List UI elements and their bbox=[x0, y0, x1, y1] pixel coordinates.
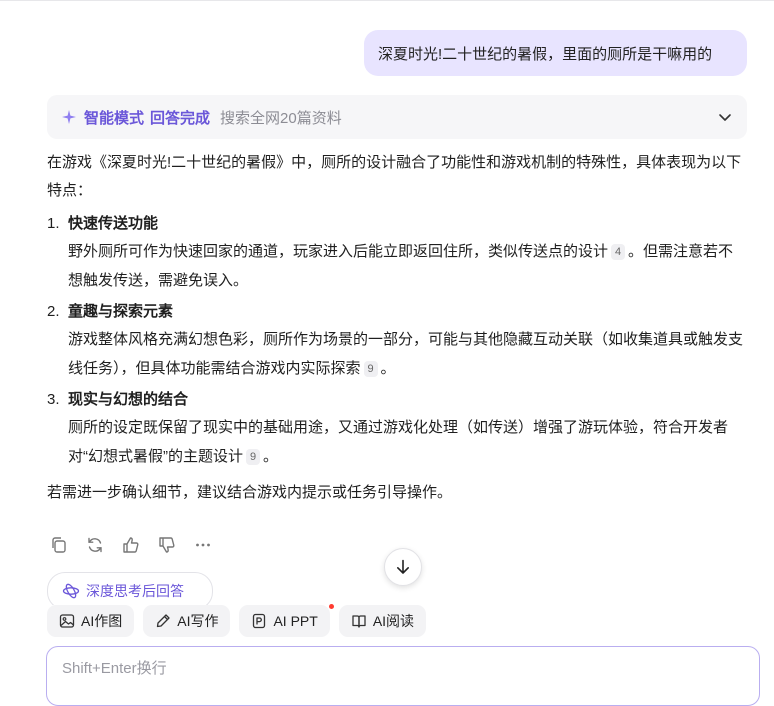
answer-list-item: 1. 快速传送功能 野外厕所可作为快速回家的通道，玩家进入后能立即返回住所，类似… bbox=[47, 211, 747, 295]
item-number: 2. bbox=[47, 303, 60, 320]
new-badge-dot bbox=[328, 604, 334, 609]
citation-badge[interactable]: 9 bbox=[363, 361, 378, 377]
arrow-down-icon bbox=[397, 559, 409, 574]
ai-image-button[interactable]: AI作图 bbox=[47, 605, 135, 637]
item-text: 游戏整体风格充满幻想色彩，厕所作为场景的一部分，可能与其他隐藏互动关联（如收集道… bbox=[68, 331, 744, 377]
tool-label: AI写作 bbox=[177, 613, 219, 629]
item-number: 1. bbox=[47, 215, 60, 232]
chevron-down-icon[interactable] bbox=[717, 109, 733, 125]
status-label: 回答完成 bbox=[150, 109, 211, 127]
item-title: 现实与幻想的结合 bbox=[68, 391, 189, 408]
answer-actions bbox=[50, 536, 212, 554]
ai-writing-button[interactable]: AI写作 bbox=[143, 605, 231, 637]
citation-badge[interactable]: 4 bbox=[611, 244, 626, 260]
item-body: 野外厕所可作为快速回家的通道，玩家进入后能立即返回住所，类似传送点的设计 4 。但需… bbox=[47, 237, 747, 295]
answer-list-item: 2. 童趣与探索元素 游戏整体风格充满幻想色彩，厕所作为场景的一部分，可能与其他… bbox=[47, 299, 747, 383]
ai-ppt-button[interactable]: AI PPT bbox=[239, 604, 334, 637]
item-text: 厕所的设定既保留了现实中的基础用途，又通过游戏化处理（如传送）增强了游玩体验，符… bbox=[68, 419, 729, 465]
item-number: 3. bbox=[47, 391, 60, 408]
image-icon bbox=[59, 614, 75, 628]
item-title: 快速传送功能 bbox=[68, 215, 159, 232]
regenerate-icon[interactable] bbox=[86, 536, 104, 554]
chat-input-box[interactable] bbox=[46, 646, 760, 706]
more-icon[interactable] bbox=[194, 536, 212, 554]
mode-label: 智能模式 bbox=[84, 109, 145, 127]
tool-label: AI阅读 bbox=[372, 613, 415, 629]
deep-think-label: 深度思考后回答 bbox=[86, 583, 184, 599]
answer-list-item: 3. 现实与幻想的结合 厕所的设定既保留了现实中的基础用途，又通过游戏化处理（如… bbox=[47, 387, 747, 471]
answer-content: 在游戏《深夏时光!二十世纪的暑假》中，厕所的设计融合了功能性和游戏机制的特殊性，… bbox=[47, 149, 747, 507]
top-divider bbox=[0, 0, 774, 4]
ai-toolbar: AI作图 AI写作 AI PPT AI阅读 bbox=[47, 604, 774, 637]
tool-label: AI作图 bbox=[81, 613, 123, 629]
ai-reading-button[interactable]: AI阅读 bbox=[338, 605, 427, 637]
deep-think-icon bbox=[62, 583, 80, 599]
user-message-bubble: 深夏时光!二十世纪的暑假，里面的厕所是干嘛用的 bbox=[364, 30, 747, 76]
scroll-to-bottom-button[interactable] bbox=[384, 548, 422, 586]
item-body: 厕所的设定既保留了现实中的基础用途，又通过游戏化处理（如传送）增强了游玩体验，符… bbox=[47, 413, 747, 471]
mode-status-bar[interactable]: 智能模式 回答完成 搜索全网20篇资料 bbox=[47, 95, 747, 139]
item-text-after: 。 bbox=[263, 448, 279, 465]
sparkle-icon bbox=[62, 110, 76, 124]
thumbs-up-icon[interactable] bbox=[122, 536, 140, 554]
tool-label: AI PPT bbox=[273, 613, 318, 629]
user-message-text: 深夏时光!二十世纪的暑假，里面的厕所是干嘛用的 bbox=[378, 45, 713, 63]
item-body: 游戏整体风格充满幻想色彩，厕所作为场景的一部分，可能与其他隐藏互动关联（如收集道… bbox=[47, 325, 747, 383]
copy-icon[interactable] bbox=[50, 536, 68, 554]
item-title: 童趣与探索元素 bbox=[68, 303, 174, 320]
item-text: 野外厕所可作为快速回家的通道，玩家进入后能立即返回住所，类似传送点的设计 bbox=[68, 243, 609, 260]
pen-icon bbox=[157, 614, 170, 628]
book-icon bbox=[352, 615, 366, 628]
citation-badge[interactable]: 9 bbox=[246, 449, 260, 465]
thumbs-down-icon[interactable] bbox=[158, 536, 176, 554]
ppt-icon bbox=[253, 613, 266, 629]
chat-input[interactable] bbox=[60, 659, 750, 678]
item-text-after: 。 bbox=[380, 360, 396, 377]
answer-closing: 若需进一步确认细节，建议结合游戏内提示或任务引导操作。 bbox=[47, 484, 453, 501]
sources-label: 搜索全网20篇资料 bbox=[220, 109, 342, 127]
answer-intro: 在游戏《深夏时光!二十世纪的暑假》中，厕所的设计融合了功能性和游戏机制的特殊性，… bbox=[47, 154, 742, 199]
